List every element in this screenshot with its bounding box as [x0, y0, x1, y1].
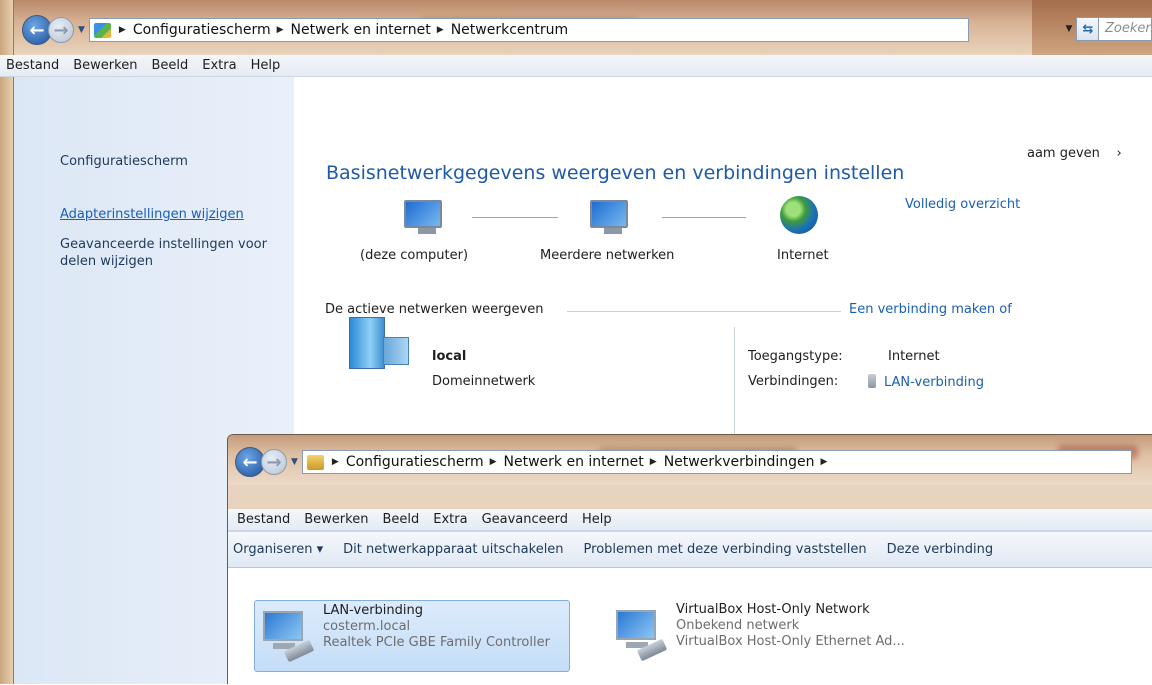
- address-dropdown-icon[interactable]: ▼: [1062, 17, 1076, 41]
- menu-extra[interactable]: Extra: [202, 58, 236, 73]
- full-overview-link[interactable]: Volledig overzicht: [905, 197, 1020, 212]
- adapter-details: LAN-verbinding costerm.local Realtek PCI…: [323, 601, 550, 671]
- change-name-text: aam geven: [1027, 146, 1100, 161]
- menu-file[interactable]: Bestand: [237, 512, 290, 527]
- rename-connection-button[interactable]: Deze verbinding: [887, 542, 993, 557]
- lan-connection-link[interactable]: LAN-verbinding: [868, 374, 984, 390]
- recent-pages-dropdown[interactable]: ▼: [78, 25, 85, 35]
- network-icon[interactable]: [590, 200, 628, 234]
- new-connection-link[interactable]: Een verbinding maken of: [849, 302, 1012, 317]
- forward-arrow-icon: →: [266, 451, 282, 473]
- window-left-border: [0, 0, 14, 684]
- refresh-button[interactable]: ⇆: [1076, 17, 1100, 41]
- navigation-bar: ← → ▼ ▶ Configuratiescherm ▶ Netwerk en …: [22, 15, 969, 45]
- breadcrumb-network-center[interactable]: Netwerkcentrum: [451, 22, 568, 38]
- forward-arrow-icon: →: [53, 19, 69, 41]
- breadcrumb-separator-icon: ▶: [820, 457, 828, 467]
- monitor-shape: [263, 611, 303, 641]
- ethernet-plug-icon: [868, 374, 876, 388]
- sidebar-sharing-settings-link[interactable]: Geavanceerde instellingen voor delen wij…: [60, 236, 290, 270]
- address-bar[interactable]: ▶ Configuratiescherm ▶ Netwerk en intern…: [88, 18, 969, 42]
- menu-bar: Bestand Bewerken Beeld Extra Help: [0, 55, 1152, 77]
- list-item[interactable]: LAN-verbinding costerm.local Realtek PCI…: [254, 600, 570, 672]
- breadcrumb-control-panel[interactable]: Configuratiescherm: [133, 22, 271, 38]
- menu-help[interactable]: Help: [582, 512, 612, 527]
- sidebar-adapter-settings-link[interactable]: Adapterinstellingen wijzigen: [60, 206, 290, 223]
- breadcrumb-control-panel[interactable]: Configuratiescherm: [346, 454, 484, 470]
- search-input[interactable]: Zoeken: [1098, 17, 1152, 41]
- connections-list: LAN-verbinding costerm.local Realtek PCI…: [228, 568, 1152, 685]
- breadcrumb-network-connections[interactable]: Netwerkverbindingen: [664, 454, 815, 470]
- connection-line: [472, 217, 558, 218]
- network-type-link[interactable]: Domeinnetwerk: [432, 374, 535, 389]
- menu-edit[interactable]: Bewerken: [304, 512, 368, 527]
- back-arrow-icon: ←: [242, 451, 258, 473]
- internet-label: Internet: [777, 248, 829, 263]
- vertical-divider: [734, 327, 735, 437]
- menu-file[interactable]: Bestand: [6, 58, 59, 73]
- navigation-bar: ← → ▼ ▶ Configuratiescherm ▶ Netwerk en …: [235, 447, 1132, 477]
- control-panel-icon: [93, 22, 111, 38]
- breadcrumb-separator-icon: ▶: [331, 457, 339, 467]
- menu-edit[interactable]: Bewerken: [73, 58, 137, 73]
- address-bar[interactable]: ▶ Configuratiescherm ▶ Netwerk en intern…: [301, 450, 1132, 474]
- forward-button[interactable]: →: [261, 449, 287, 475]
- page-title: Basisnetwerkgegevens weergeven en verbin…: [326, 162, 905, 184]
- connections-label: Verbindingen:: [748, 374, 839, 389]
- connection-line: [662, 217, 746, 218]
- adapter-details: VirtualBox Host-Only Network Onbekend ne…: [676, 600, 905, 672]
- multiple-networks-label: Meerdere netwerken: [540, 248, 675, 263]
- organize-button[interactable]: Organiseren ▾: [233, 542, 323, 557]
- adapter-device: Realtek PCIe GBE Family Controller: [323, 635, 550, 650]
- adapter-network: Onbekend netwerk: [676, 618, 800, 633]
- breadcrumb-separator-icon: ▶: [489, 457, 497, 467]
- building-box-icon: [383, 337, 409, 365]
- breadcrumb-separator-icon: ▶: [649, 457, 657, 467]
- network-connections-window: ← → ▼ ▶ Configuratiescherm ▶ Netwerk en …: [227, 434, 1152, 685]
- sidebar-home-link[interactable]: Configuratiescherm: [60, 153, 290, 170]
- breadcrumb-separator-icon: ▶: [118, 25, 126, 35]
- this-computer-label: (deze computer): [360, 248, 469, 263]
- forward-button[interactable]: →: [48, 17, 74, 43]
- menu-view[interactable]: Beeld: [151, 58, 188, 73]
- menu-view[interactable]: Beeld: [382, 512, 419, 527]
- monitor-shape: [616, 610, 656, 640]
- network-name: local: [432, 349, 467, 364]
- refresh-icon: ⇆: [1082, 21, 1094, 37]
- adapter-name: LAN-verbinding: [323, 603, 423, 618]
- main-content: Basisnetwerkgegevens weergeven en verbin…: [294, 137, 1039, 437]
- lan-connection-text: LAN-verbinding: [884, 375, 984, 390]
- breadcrumb-separator-icon: ▶: [436, 25, 444, 35]
- list-item[interactable]: VirtualBox Host-Only Network Onbekend ne…: [608, 600, 938, 672]
- building-tower-icon: [349, 317, 385, 369]
- network-adapter-icon: [261, 609, 315, 663]
- adapter-name: VirtualBox Host-Only Network: [676, 602, 870, 617]
- adapter-network: costerm.local: [323, 619, 411, 634]
- recent-pages-dropdown[interactable]: ▼: [291, 457, 298, 467]
- command-bar: Organiseren ▾ Dit netwerkapparaat uitsch…: [228, 532, 1152, 568]
- menu-extra[interactable]: Extra: [433, 512, 467, 527]
- back-arrow-icon: ←: [29, 19, 45, 41]
- domain-network-icon: [349, 309, 409, 369]
- breadcrumb-network-internet[interactable]: Netwerk en internet: [504, 454, 644, 470]
- network-folder-icon: [306, 454, 324, 470]
- tasks-pane-partial: aam geven ›: [1027, 137, 1152, 437]
- computer-icon[interactable]: [404, 200, 442, 234]
- globe-icon[interactable]: [780, 196, 818, 234]
- access-type-label: Toegangstype:: [748, 349, 843, 364]
- menu-advanced[interactable]: Geavanceerd: [482, 512, 568, 527]
- network-adapter-icon: [614, 608, 668, 662]
- disable-device-button[interactable]: Dit netwerkapparaat uitschakelen: [343, 542, 563, 557]
- adapter-device: VirtualBox Host-Only Ethernet Ad...: [676, 634, 905, 649]
- menu-help[interactable]: Help: [251, 58, 281, 73]
- diagnose-connection-button[interactable]: Problemen met deze verbinding vaststelle…: [584, 542, 867, 557]
- breadcrumb-separator-icon: ▶: [276, 25, 284, 35]
- breadcrumb-network-internet[interactable]: Netwerk en internet: [291, 22, 431, 38]
- access-type-value: Internet: [888, 349, 940, 364]
- section-divider: [567, 311, 841, 312]
- change-name-link-partial[interactable]: aam geven ›: [1027, 146, 1122, 161]
- menu-bar: Bestand Bewerken Beeld Extra Geavanceerd…: [228, 509, 1152, 531]
